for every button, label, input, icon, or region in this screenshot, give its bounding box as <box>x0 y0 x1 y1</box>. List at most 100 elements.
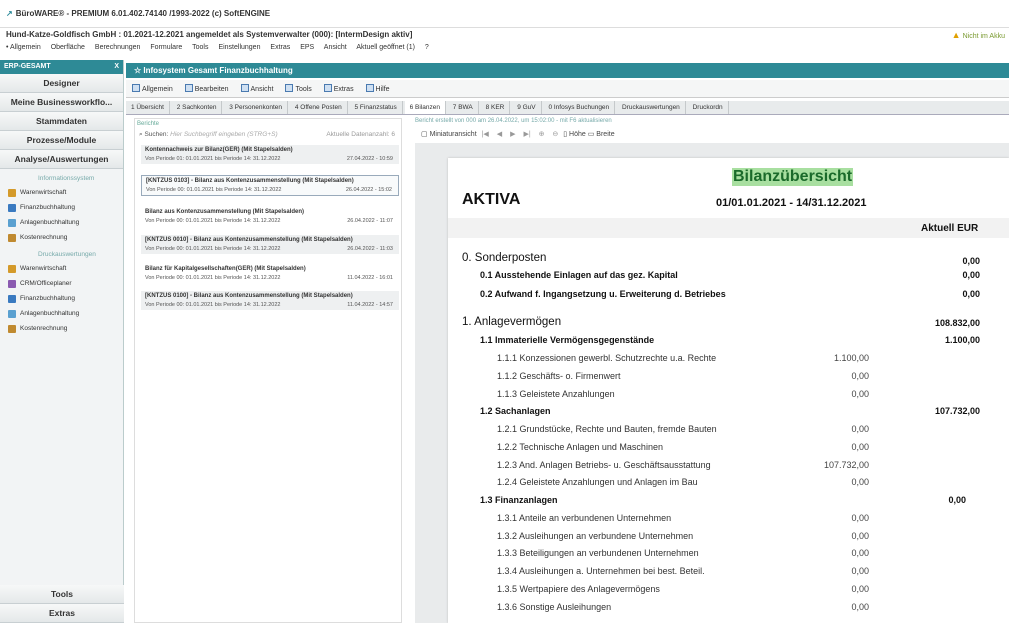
list-item[interactable]: Kontennachweis zur Bilanz(GER) (Mit Stap… <box>141 145 399 164</box>
app-logo-icon: ↗ <box>6 9 13 18</box>
report-toolbar: ▢ Miniaturansicht |◀ ◀ ▶ ▶| ⊕ ⊖ ▯ Höhe ▭… <box>415 128 1009 142</box>
sidebar-item-druck-finanzbuchhaltung[interactable]: Finanzbuchhaltung <box>0 291 123 306</box>
list-label: Berichte <box>137 121 160 127</box>
menu-ansicht[interactable]: Ansicht <box>324 44 347 51</box>
sidebar-button-tools[interactable]: Tools <box>0 585 124 604</box>
sidebar-button-designer[interactable]: Designer <box>0 74 123 93</box>
menu-extras[interactable]: Extras <box>270 44 290 51</box>
thumbnail-icon: ▢ <box>421 131 430 138</box>
first-page-icon[interactable]: |◀ <box>482 131 489 138</box>
report-info: Bericht erstellt von 000 am 26.04.2022, … <box>415 118 612 124</box>
sidebar-item-druck-kostenrechnung[interactable]: Kostenrechnung <box>0 321 123 336</box>
sidebar-button-extras[interactable]: Extras <box>0 604 124 623</box>
toolbar-tools[interactable]: Tools <box>285 84 312 93</box>
list-item[interactable]: [KNTZUS 0010] - Bilanz aus Kontenzusamme… <box>141 235 399 254</box>
report-row: 1.3.4 Ausleihungen a. Unternehmen bei be… <box>497 566 705 576</box>
report-total: 107.732,00 <box>934 406 980 416</box>
search-row: ⌕ Suchen: Hier Suchbegriff eingeben (STR… <box>139 131 395 138</box>
menu-help[interactable]: ? <box>425 44 429 51</box>
report-amount: 0,00 <box>851 442 869 452</box>
sidebar-bottom: Tools Extras <box>0 585 124 623</box>
thumbnail-button[interactable]: ▢ Miniaturansicht <box>421 131 477 138</box>
module-header: ☆ Infosystem Gesamt Finanzbuchhaltung <box>126 63 1009 78</box>
tab-sachkonten[interactable]: 2 Sachkonten <box>172 101 223 114</box>
zoom-in-icon[interactable]: ⊕ <box>539 131 545 138</box>
close-icon[interactable]: X <box>114 63 119 71</box>
company-info: Hund-Katze-Goldfisch GmbH : 01.2021-12.2… <box>6 30 413 39</box>
tab-offene-posten[interactable]: 4 Offene Posten <box>290 101 348 114</box>
tab-bwa[interactable]: 7 BWA <box>448 101 479 114</box>
next-page-icon[interactable]: ▶ <box>510 131 515 138</box>
report-amount: 0,00 <box>851 548 869 558</box>
report-amount: 107.732,00 <box>823 460 869 470</box>
toolbar-allgemein[interactable]: Allgemein <box>132 84 173 93</box>
menu-formulare[interactable]: Formulare <box>150 44 182 51</box>
warning-status[interactable]: ▲ Nicht im Akku <box>952 30 1005 40</box>
tab-druckordner[interactable]: Druckordn <box>688 101 729 114</box>
report-amount: 0,00 <box>851 513 869 523</box>
report-total: 108.832,00 <box>934 318 980 328</box>
last-page-icon[interactable]: ▶| <box>523 131 530 138</box>
tab-druckauswertungen[interactable]: Druckauswertungen <box>617 101 686 114</box>
tab-ker[interactable]: 8 KER <box>481 101 511 114</box>
report-period: 01/01.01.2021 - 14/31.12.2021 <box>716 197 867 209</box>
list-item[interactable]: [KNTZUS 0103] - Bilanz aus Kontenzusamme… <box>141 175 399 196</box>
tab-uebersicht[interactable]: 1 Übersicht <box>126 101 170 114</box>
menu-aktuell[interactable]: Aktuell geöffnet (1) <box>356 44 415 51</box>
report-row: 1.3.1 Anteile an verbundenen Unternehmen <box>497 513 672 523</box>
menu-tools[interactable]: Tools <box>192 44 208 51</box>
tab-guv[interactable]: 9 GuV <box>512 101 542 114</box>
tab-bilanzen[interactable]: 6 Bilanzen <box>404 101 446 114</box>
report-row: 1.1.3 Geleistete Anzahlungen <box>497 389 615 399</box>
window-title: BüroWARE® - PREMIUM 6.01.402.74140 /1993… <box>15 9 271 18</box>
sidebar-button-businessworkflow[interactable]: Meine Businessworkflo... <box>0 93 123 112</box>
menu-allgemein[interactable]: • Allgemein <box>6 44 41 51</box>
help-icon <box>365 84 374 92</box>
fit-height-button[interactable]: ▯ Höhe <box>563 131 586 138</box>
sidebar-button-prozesse[interactable]: Prozesse/Module <box>0 131 123 150</box>
sidebar-item-druck-crm[interactable]: CRM/Officeplaner <box>0 276 123 291</box>
list-item[interactable]: [KNTZUS 0100] - Bilanz aus Kontenzusamme… <box>141 291 399 310</box>
sidebar-item-anlagenbuchhaltung[interactable]: Anlagenbuchhaltung <box>0 215 123 230</box>
sidebar-item-kostenrechnung[interactable]: Kostenrechnung <box>0 230 123 245</box>
warning-icon: ▲ <box>951 30 961 40</box>
sidebar-button-analyse[interactable]: Analyse/Auswertungen <box>0 150 123 169</box>
menu-oberflaeche[interactable]: Oberfläche <box>51 44 85 51</box>
sidebar-item-finanzbuchhaltung[interactable]: Finanzbuchhaltung <box>0 200 123 215</box>
list-item[interactable]: Bilanz aus Kontenzusammenstellung (Mit S… <box>141 207 399 226</box>
report-row: 1.3.6 Sonstige Ausleihungen <box>497 602 612 612</box>
finance-icon <box>8 203 16 212</box>
list-item[interactable]: Bilanz für Kapitalgesellschaften(GER) (M… <box>141 264 399 283</box>
toolbar-ansicht[interactable]: Ansicht <box>240 84 273 93</box>
report-amount: 0,00 <box>851 584 869 594</box>
zoom-out-icon[interactable]: ⊖ <box>552 131 558 138</box>
title-bar: ↗ BüroWARE® - PREMIUM 6.01.402.74140 /199… <box>0 0 1009 28</box>
view-icon <box>240 84 249 92</box>
sidebar-item-druck-anlagenbuchhaltung[interactable]: Anlagenbuchhaltung <box>0 306 123 321</box>
menu-eps[interactable]: EPS <box>300 44 314 51</box>
toolbar-hilfe[interactable]: Hilfe <box>365 84 390 93</box>
report-row: 1.3.5 Wertpapiere des Anlagevermögens <box>497 584 660 594</box>
extras-icon <box>323 84 332 92</box>
toolbar-extras[interactable]: Extras <box>323 84 354 93</box>
sidebar-item-druck-warenwirtschaft[interactable]: Warenwirtschaft <box>0 261 123 276</box>
report-amount: 0,00 <box>851 531 869 541</box>
report-total: 0,00 <box>962 256 980 266</box>
tab-personenkonten[interactable]: 3 Personenkonten <box>224 101 289 114</box>
menu-einstellungen[interactable]: Einstellungen <box>218 44 260 51</box>
toolbar-bearbeiten[interactable]: Bearbeiten <box>184 84 229 93</box>
report-row: 1.3.3 Beteiligungen an verbundenen Unter… <box>497 548 699 558</box>
report-row: 1.2.4 Geleistete Anzahlungen und Anlagen… <box>497 477 698 487</box>
prev-page-icon[interactable]: ◀ <box>497 131 502 138</box>
goods-icon <box>8 264 16 273</box>
search-input[interactable]: Hier Suchbegriff eingeben (STRG+S) <box>170 131 277 138</box>
tab-finanzstatus[interactable]: 5 Finanzstatus <box>350 101 403 114</box>
menu-berechnungen[interactable]: Berechnungen <box>95 44 141 51</box>
fit-width-button[interactable]: ▭ Breite <box>588 131 615 138</box>
tab-infosys-buchungen[interactable]: 0 Infosys Buchungen <box>543 101 616 114</box>
report-row: 1.1.2 Geschäfts- o. Firmenwert <box>497 371 621 381</box>
sidebar-button-stammdaten[interactable]: Stammdaten <box>0 112 123 131</box>
report-total: 0,00 <box>948 495 966 505</box>
sidebar-item-warenwirtschaft[interactable]: Warenwirtschaft <box>0 185 123 200</box>
report-total: 1.100,00 <box>944 335 980 345</box>
